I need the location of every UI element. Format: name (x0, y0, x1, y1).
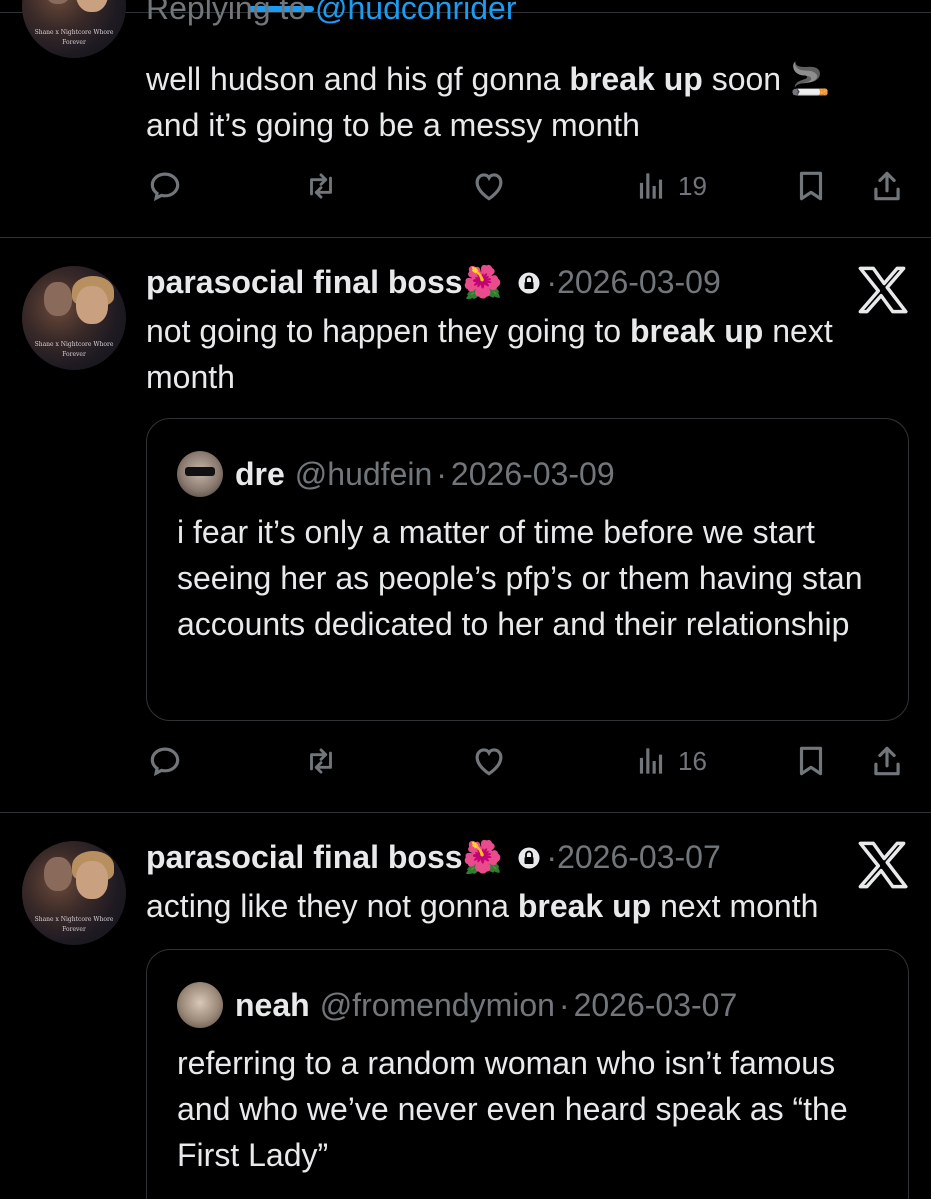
tweet-text-bold: break up (569, 61, 703, 97)
views-button[interactable]: 16 (632, 741, 707, 781)
share-icon (874, 746, 900, 776)
retweet-button[interactable] (302, 166, 340, 206)
reply-button[interactable] (146, 166, 184, 206)
tweet-text-part: and it’s going to be a messy month (146, 107, 640, 143)
sunglasses-icon (185, 467, 215, 476)
quoted-display-name: neah (235, 986, 310, 1023)
lock-icon (518, 272, 540, 294)
tweet-text: well hudson and his gf gonna break up so… (146, 56, 916, 148)
avatar[interactable]: Shane x Nightcore Whore Forever (22, 841, 126, 945)
quoted-date: 2026-03-07 (573, 986, 738, 1023)
display-name[interactable]: parasocial final boss (146, 839, 463, 875)
avatar[interactable]: Shane x Nightcore Whore Forever (22, 266, 126, 370)
avatar-figure (76, 0, 108, 12)
quoted-handle: @hudfein (294, 455, 433, 492)
tweet-date[interactable]: 2026-03-09 (557, 264, 721, 300)
share-button[interactable] (868, 166, 906, 206)
name-emoji: 🌺 (462, 839, 503, 875)
display-name[interactable]: parasocial final boss (146, 264, 463, 300)
tweet-text-part: next month (651, 888, 819, 924)
x-logo-icon (858, 266, 908, 314)
views-icon (639, 173, 663, 199)
avatar-figure (44, 857, 72, 891)
retweet-icon (310, 173, 332, 199)
bookmark-button[interactable] (792, 166, 830, 206)
reply-icon (150, 172, 180, 202)
tweet-3[interactable]: Shane x Nightcore Whore Forever parasoci… (0, 813, 931, 1199)
tweet-2[interactable]: Shane x Nightcore Whore Forever parasoci… (0, 238, 931, 813)
like-button[interactable] (470, 166, 508, 206)
dot-separator: · (546, 839, 558, 875)
tweet-date[interactable]: 2026-03-07 (557, 839, 721, 875)
quoted-tweet[interactable]: dre @hudfein · 2026-03-09 i fear it’s on… (146, 418, 909, 721)
avatar[interactable]: Shane x Nightcore Whore Forever (22, 0, 126, 58)
share-icon (874, 171, 900, 201)
dot-separator: · (436, 455, 447, 492)
quoted-tweet-text: i fear it’s only a matter of time before… (177, 514, 863, 642)
reply-button[interactable] (146, 741, 184, 781)
views-icon (639, 748, 663, 774)
heart-icon (475, 748, 503, 776)
x-logo-icon (858, 841, 908, 889)
tweet-text-bold: break up (517, 888, 652, 924)
heart-icon (475, 173, 503, 201)
tweet-text: not going to happen they going to break … (146, 308, 916, 400)
tweet-text-part: well hudson and his gf gonna (146, 61, 570, 97)
views-button[interactable]: 19 (632, 166, 707, 206)
replying-prefix: Replying to (146, 0, 307, 26)
bookmark-icon (799, 171, 823, 201)
lock-icon (518, 847, 540, 869)
dot-separator: · (558, 986, 570, 1023)
avatar-caption: Shane x Nightcore Whore Forever (34, 29, 114, 46)
avatar-figure (44, 282, 72, 316)
tweet-header: parasocial final boss🌺 ·2026-03-07 (146, 837, 721, 877)
like-button[interactable] (470, 741, 508, 781)
bookmark-button[interactable] (792, 741, 830, 781)
quoted-avatar (177, 451, 223, 497)
tweet-1[interactable]: Shane x Nightcore Whore Forever Replying… (0, 0, 931, 238)
reply-icon (150, 747, 180, 777)
tweet-text: acting like they not gonna break up next… (146, 883, 916, 929)
views-count: 19 (678, 170, 707, 201)
tweet-text-bold: break up (629, 313, 764, 349)
quoted-display-name: dre (235, 455, 285, 492)
avatar-caption: Shane x Nightcore Whore Forever (34, 341, 114, 358)
replying-handle[interactable]: @hudconrider (315, 0, 516, 26)
quoted-tweet-text: referring to a random woman who isn’t fa… (177, 1045, 848, 1173)
tweet-header: parasocial final boss🌺 ·2026-03-09 (146, 262, 721, 302)
replying-to: Replying to @hudconrider (146, 0, 516, 28)
action-bar: 16 (0, 741, 931, 781)
quoted-tweet-header: neah @fromendymion · 2026-03-07 (177, 982, 737, 1028)
tweet-text-part: soon 🚬 (702, 61, 830, 97)
quoted-handle: @fromendymion (319, 986, 555, 1023)
tweet-text-part: acting like they not gonna (146, 888, 518, 924)
name-emoji: 🌺 (462, 264, 503, 300)
avatar-figure (44, 0, 72, 4)
avatar-figure (76, 286, 108, 324)
action-bar: 19 (0, 166, 931, 206)
share-button[interactable] (868, 741, 906, 781)
quoted-tweet[interactable]: neah @fromendymion · 2026-03-07 referrin… (146, 949, 909, 1199)
quoted-avatar (177, 982, 223, 1028)
quoted-tweet-header: dre @hudfein · 2026-03-09 (177, 451, 615, 497)
retweet-button[interactable] (302, 741, 340, 781)
avatar-figure (76, 861, 108, 899)
dot-separator: · (546, 264, 558, 300)
retweet-icon (310, 748, 332, 774)
bookmark-icon (799, 746, 823, 776)
views-count: 16 (678, 745, 707, 776)
avatar-caption: Shane x Nightcore Whore Forever (34, 916, 114, 933)
tweet-text-part: not going to happen they going to (146, 313, 630, 349)
quoted-date: 2026-03-09 (450, 455, 615, 492)
